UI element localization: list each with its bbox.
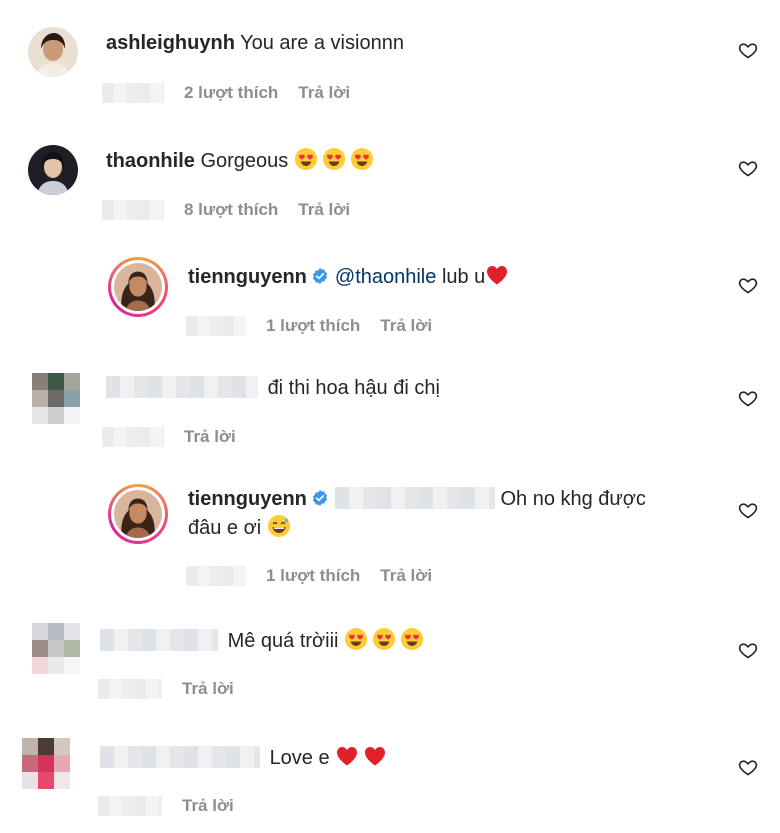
timestamp <box>98 796 162 816</box>
timestamp <box>102 83 164 103</box>
reply-button[interactable]: Trả lời <box>182 679 234 699</box>
comment-meta: Trả lời <box>102 427 236 447</box>
like-count[interactable]: 1 lượt thích <box>266 566 360 586</box>
comment-meta: 8 lượt thích Trả lời <box>102 200 350 220</box>
avatar-story-ring[interactable] <box>108 257 168 317</box>
like-count[interactable]: 2 lượt thích <box>184 83 278 103</box>
avatar-story-ring[interactable] <box>108 484 168 544</box>
comment-item: ashleighuynh You are a visionnn 2 lượt t… <box>0 0 780 115</box>
verified-badge-icon <box>311 267 329 285</box>
grinning-sweat-emoji <box>267 514 291 538</box>
red-heart-emoji <box>363 744 387 768</box>
username-blurred[interactable] <box>106 376 258 398</box>
reply-item: tiennguyenn @thaonhile lub u 1 lượt thích… <box>0 235 780 353</box>
comment-username[interactable]: ashleighuynh <box>106 32 235 54</box>
comment-body: You are a visionnn <box>240 32 404 54</box>
red-heart-emoji <box>335 744 359 768</box>
username-blurred[interactable] <box>100 746 260 768</box>
heart-outline-icon[interactable] <box>738 500 758 520</box>
comment-body-2: đâu e ơi <box>188 517 262 539</box>
mention-link[interactable]: @thaonhile <box>335 266 436 288</box>
comment-body: Mê quá trờiii <box>227 630 339 652</box>
heart-outline-icon[interactable] <box>738 158 758 178</box>
comment-username[interactable]: tiennguyenn <box>188 488 307 510</box>
comment-body: Oh no khg được <box>500 488 646 510</box>
reply-button[interactable]: Trả lời <box>184 427 236 447</box>
timestamp <box>98 679 162 699</box>
comment-item: Love e Trả lời <box>0 718 780 833</box>
heart-outline-icon[interactable] <box>738 757 758 777</box>
comment-text: Mê quá trờiii <box>100 627 428 654</box>
timestamp <box>102 200 164 220</box>
comment-text-line2: đâu e ơi <box>188 514 295 541</box>
comment-meta: Trả lời <box>98 679 234 699</box>
heart-eyes-emoji <box>400 627 424 651</box>
timestamp <box>186 316 246 336</box>
heart-outline-icon[interactable] <box>738 275 758 295</box>
red-heart-emoji <box>485 263 509 287</box>
like-count[interactable]: 1 lượt thích <box>266 316 360 336</box>
reply-button[interactable]: Trả lời <box>380 566 432 586</box>
comment-item: Mê quá trờiii Trả lời <box>0 603 780 718</box>
reply-item: tiennguyenn Oh no khg được đâu e ơi 1 lư… <box>0 468 780 603</box>
mention-blurred[interactable] <box>334 487 495 509</box>
comment-meta: 2 lượt thích Trả lời <box>102 83 350 103</box>
heart-outline-icon[interactable] <box>738 40 758 60</box>
comment-text: tiennguyenn Oh no khg được <box>188 486 646 512</box>
reply-button[interactable]: Trả lời <box>380 316 432 336</box>
reply-button[interactable]: Trả lời <box>298 83 350 103</box>
comment-text: thaonhile Gorgeous <box>106 147 378 174</box>
comment-text: Love e <box>100 744 391 771</box>
verified-badge-icon <box>311 489 329 507</box>
heart-outline-icon[interactable] <box>738 640 758 660</box>
avatar-blurred[interactable] <box>32 623 80 675</box>
comment-text: ashleighuynh You are a visionnn <box>106 30 404 56</box>
heart-eyes-emoji <box>350 147 374 171</box>
timestamp <box>102 427 164 447</box>
avatar-blurred[interactable] <box>22 738 70 790</box>
heart-eyes-emoji <box>344 627 368 651</box>
comment-item: thaonhile Gorgeous 8 lượt thích Trả lời <box>0 115 780 235</box>
comment-body: lub u <box>441 266 486 288</box>
username-blurred[interactable] <box>100 629 218 651</box>
timestamp <box>186 566 246 586</box>
comment-item: đi thi hoa hậu đi chị Trả lời <box>0 353 780 468</box>
comment-body: Gorgeous <box>200 150 289 172</box>
avatar[interactable] <box>28 27 78 77</box>
like-count[interactable]: 8 lượt thích <box>184 200 278 220</box>
heart-eyes-emoji <box>372 627 396 651</box>
comment-meta: 1 lượt thích Trả lời <box>186 316 432 336</box>
heart-eyes-emoji <box>322 147 346 171</box>
comment-username[interactable]: thaonhile <box>106 150 195 172</box>
comment-body: đi thi hoa hậu đi chị <box>267 377 440 399</box>
comment-meta: 1 lượt thích Trả lời <box>186 566 432 586</box>
heart-outline-icon[interactable] <box>738 388 758 408</box>
comment-text: đi thi hoa hậu đi chị <box>106 375 440 401</box>
reply-button[interactable]: Trả lời <box>298 200 350 220</box>
comment-text: tiennguyenn @thaonhile lub u <box>188 263 513 290</box>
reply-button[interactable]: Trả lời <box>182 796 234 816</box>
avatar[interactable] <box>28 145 78 195</box>
heart-eyes-emoji <box>294 147 318 171</box>
comment-body: Love e <box>269 747 330 769</box>
avatar-blurred[interactable] <box>32 373 80 425</box>
comment-username[interactable]: tiennguyenn <box>188 266 307 288</box>
comment-meta: Trả lời <box>98 796 234 816</box>
